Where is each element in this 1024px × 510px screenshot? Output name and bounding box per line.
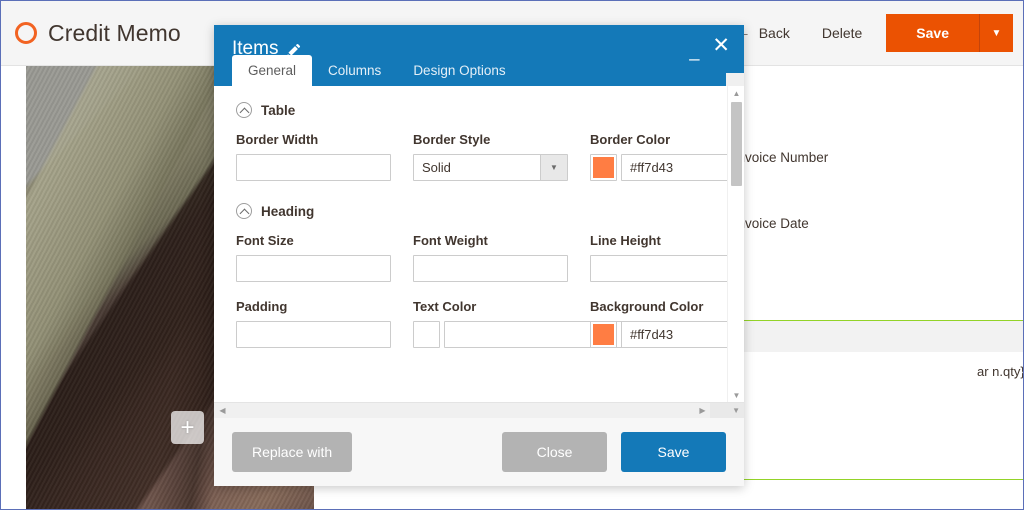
swatch-fill [593, 324, 614, 345]
save-button[interactable]: Save [886, 14, 979, 52]
delete-button[interactable]: Delete [804, 25, 880, 41]
font-weight-input[interactable] [413, 255, 568, 282]
close-icon[interactable]: ✕ [712, 35, 730, 56]
field-label: Font Size [236, 233, 294, 248]
field-border-color: Border Color [590, 132, 727, 181]
field-text-color: Text Color [413, 299, 638, 348]
padding-input[interactable] [236, 321, 391, 348]
field-font-weight: Font Weight [413, 233, 568, 282]
tab-design-options[interactable]: Design Options [397, 56, 521, 86]
field-label: Border Color [590, 132, 671, 147]
field-label: Font Weight [413, 233, 488, 248]
field-label: Padding [236, 299, 288, 314]
field-line-height: Line Height [590, 233, 727, 282]
triangle-left-icon[interactable]: ◀ [215, 403, 230, 418]
modal-header: Items _ ✕ General Columns Design Options [214, 25, 744, 87]
field-background-color: Background Color [590, 299, 727, 348]
border-color-field [590, 154, 727, 181]
border-style-value: Solid [422, 160, 451, 175]
page-title: Credit Memo [48, 19, 181, 46]
modal-body: Table Border Width Border Style Solid ▼ [214, 86, 727, 402]
modal-footer: Replace with Close Save [214, 418, 744, 486]
field-padding: Padding [236, 299, 391, 348]
field-border-width: Border Width [236, 132, 391, 181]
modal-footer-right: Close Save [502, 432, 726, 472]
save-split-button: Save ▼ [886, 14, 1013, 52]
section-title: Heading [261, 203, 315, 219]
triangle-right-icon[interactable]: ▶ [695, 403, 710, 418]
vertical-scrollbar-thumb[interactable] [731, 102, 742, 186]
field-row: Padding Text Color Background Color #ff7… [236, 299, 727, 348]
app-root: Credit Memo ← Back Delete Save ▼ + [0, 0, 1024, 510]
field-font-size: Font Size [236, 233, 391, 282]
topbar-actions: ← Back Delete Save ▼ [721, 1, 1023, 65]
resize-grip-icon[interactable]: ▼ [710, 403, 744, 418]
field-row: Border Width Border Style Solid ▼ Border… [236, 132, 727, 181]
font-size-input[interactable] [236, 255, 391, 282]
section-header-heading[interactable]: Heading [236, 203, 705, 219]
add-block-button[interactable]: + [171, 411, 204, 444]
tab-columns[interactable]: Columns [312, 56, 397, 86]
magento-circle-logo-icon [15, 22, 37, 44]
close-button[interactable]: Close [502, 432, 607, 472]
field-label: Line Height [590, 233, 661, 248]
field-label: Text Color [413, 299, 477, 314]
chevron-up-circle-icon[interactable] [236, 203, 252, 219]
modal-horizontal-scrollbar[interactable]: ◀ ▶ ▼ [214, 402, 744, 418]
items-table-cell-qty: ar n.qty}} [977, 364, 1024, 379]
back-button-label: Back [758, 25, 790, 41]
items-table-cell [743, 363, 855, 397]
minimize-icon[interactable]: _ [686, 42, 702, 60]
background-color-input[interactable] [621, 321, 727, 348]
field-border-style: Border Style Solid ▼ [413, 132, 568, 181]
modal-window-controls: _ ✕ [686, 35, 730, 60]
modal-save-button[interactable]: Save [621, 432, 726, 472]
items-table-cell [855, 363, 967, 397]
text-color-field [413, 321, 638, 348]
section-title: Table [261, 102, 296, 118]
background-color-field [590, 321, 727, 348]
border-color-swatch[interactable] [590, 154, 617, 181]
modal-tabs: General Columns Design Options [232, 55, 522, 86]
tab-general[interactable]: General [232, 55, 313, 86]
chevron-down-icon[interactable]: ▼ [540, 155, 567, 180]
items-settings-modal: Items _ ✕ General Columns Design Options [214, 25, 744, 486]
border-color-input[interactable] [621, 154, 727, 181]
triangle-down-icon[interactable]: ▼ [728, 388, 744, 402]
background-color-swatch[interactable] [590, 321, 617, 348]
triangle-up-icon[interactable]: ▲ [728, 86, 744, 100]
border-style-select[interactable]: Solid ▼ [413, 154, 568, 181]
border-width-input[interactable] [236, 154, 391, 181]
brand: Credit Memo [1, 20, 181, 47]
field-label: Border Width [236, 132, 319, 147]
modal-vertical-scrollbar[interactable]: ▲ ▼ [727, 86, 744, 402]
save-dropdown-toggle[interactable]: ▼ [979, 14, 1013, 52]
field-row: Font Size Font Weight Line Height [236, 233, 727, 282]
section-header-table[interactable]: Table [236, 102, 705, 118]
modal-scroll-head-spacer [726, 73, 744, 87]
text-color-swatch[interactable] [413, 321, 440, 348]
field-label: Border Style [413, 132, 491, 147]
modal-body-wrap: Table Border Width Border Style Solid ▼ [214, 86, 744, 402]
chevron-down-icon: ▼ [991, 27, 1002, 39]
chevron-up-circle-icon[interactable] [236, 102, 252, 118]
field-label: Background Color [590, 299, 704, 314]
line-height-input[interactable] [590, 255, 727, 282]
swatch-fill [593, 157, 614, 178]
replace-with-button[interactable]: Replace with [232, 432, 353, 472]
plus-icon: + [180, 413, 195, 441]
